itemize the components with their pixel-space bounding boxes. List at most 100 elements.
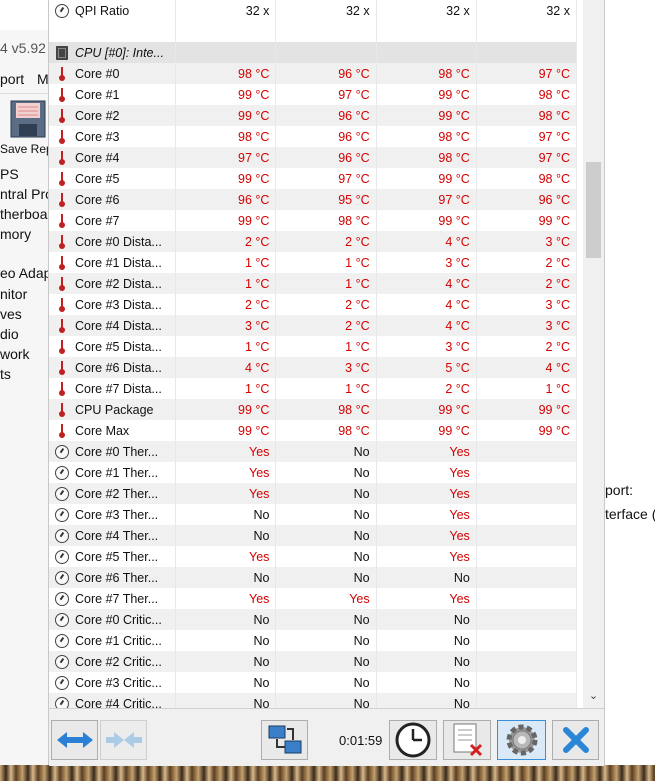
background-sidebar-item[interactable]: PS [0,166,19,182]
scrollbar-thumb[interactable] [586,162,601,258]
sensor-status-window: QPI Ratio 32 x 32 x 32 x 32 x CPU [#0]: … [48,0,605,766]
value-current: 99 °C [175,420,277,441]
sensor-row[interactable]: CPU Package 99 °C 98 °C 99 °C 99 °C [49,399,578,420]
sensor-row[interactable]: Core Max 99 °C 98 °C 99 °C 99 °C [49,420,578,441]
sensor-row[interactable]: Core #1 Dista... 1 °C 1 °C 3 °C 2 °C [49,252,578,273]
sensor-row[interactable]: Core #3 Dista... 2 °C 2 °C 4 °C 3 °C [49,294,578,315]
background-sidebar-item[interactable]: work [0,346,30,362]
value-min: 1 °C [275,378,377,399]
background-sidebar-item[interactable]: mory [0,226,31,242]
sensor-row[interactable]: Core #6 Dista... 4 °C 3 °C 5 °C 4 °C [49,357,578,378]
gauge-icon [55,675,69,690]
value-max: No [376,630,477,651]
value-average: 99 °C [476,399,578,420]
sensor-row[interactable]: Core #3 98 °C 96 °C 98 °C 97 °C [49,126,578,147]
gauge-icon [55,570,69,585]
row-label: Core #7 Dista... [75,381,162,396]
row-label: Core #4 Dista... [75,318,162,333]
sensor-row[interactable]: Core #7 99 °C 98 °C 99 °C 99 °C [49,210,578,231]
gauge-icon [55,528,69,543]
value-max: 98 °C [376,147,477,168]
value-min: 2 °C [275,294,377,315]
sensor-row[interactable]: Core #3 Ther... No No Yes [49,504,578,525]
save-icon[interactable] [10,100,46,138]
sensor-row[interactable]: Core #1 99 °C 97 °C 99 °C 98 °C [49,84,578,105]
value-average [476,441,578,462]
reset-button[interactable] [443,720,491,760]
sensor-row[interactable]: Core #4 Ther... No No Yes [49,525,578,546]
value-average [476,546,578,567]
row-label: CPU Package [75,402,154,417]
value-current: 99 °C [175,105,277,126]
vertical-scrollbar[interactable]: ⌄ [583,0,604,708]
sensor-row-qpi[interactable]: QPI Ratio 32 x 32 x 32 x 32 x [49,0,578,21]
settings-button[interactable] [497,720,546,760]
sensor-row[interactable]: Core #5 99 °C 97 °C 99 °C 98 °C [49,168,578,189]
row-label: Core #1 Critic... [75,633,162,648]
value-min: 96 °C [275,105,377,126]
sensor-row[interactable]: Core #0 Ther... Yes No Yes [49,441,578,462]
value-min: 1 °C [275,273,377,294]
background-sidebar-item[interactable]: ts [0,366,11,382]
value-max: No [376,651,477,672]
value-max: Yes [376,483,477,504]
sensor-row[interactable]: Core #6 Ther... No No No [49,567,578,588]
row-label: Core #1 Ther... [75,465,159,480]
background-sidebar-item[interactable]: nitor [0,286,27,302]
value-average: 3 °C [476,315,578,336]
thermometer-icon [59,235,65,249]
clock-icon [395,722,431,758]
row-label: Core #6 [75,192,120,207]
nav-right-arrow-icon [105,732,142,748]
network-button[interactable] [261,720,308,760]
background-sidebar-item[interactable]: dio [0,326,19,342]
background-sidebar-item[interactable]: eo Adap [0,265,51,281]
sensor-row[interactable]: Core #5 Ther... Yes No Yes [49,546,578,567]
clock-button[interactable] [389,720,437,760]
close-button[interactable] [552,720,599,760]
sensor-row[interactable]: Core #2 Critic... No No No [49,651,578,672]
scroll-down-arrow-icon[interactable]: ⌄ [583,686,604,706]
background-sidebar-item[interactable]: therboa [0,206,47,222]
row-label: Core #0 Critic... [75,612,162,627]
background-menu-report[interactable]: port [0,71,24,87]
sensor-row[interactable]: Core #4 Dista... 3 °C 2 °C 4 °C 3 °C [49,315,578,336]
thermometer-icon [59,424,65,438]
sensor-row[interactable]: Core #5 Dista... 1 °C 1 °C 3 °C 2 °C [49,336,578,357]
sensor-row[interactable]: Core #7 Ther... Yes Yes Yes [49,588,578,609]
sensor-row[interactable]: Core #7 Dista... 1 °C 1 °C 2 °C 1 °C [49,378,578,399]
sensor-row[interactable]: Core #0 98 °C 96 °C 98 °C 97 °C [49,63,578,84]
sensor-row[interactable]: Core #6 96 °C 95 °C 97 °C 96 °C [49,189,578,210]
nav-left-button[interactable] [51,720,98,760]
sensor-row[interactable]: Core #4 Critic... No No No [49,693,578,709]
background-sidebar-item[interactable]: ves [0,306,22,322]
value-max: 4 °C [376,231,477,252]
row-label: Core #4 Critic... [75,696,162,709]
row-label: Core #3 Critic... [75,675,162,690]
sensor-row[interactable]: Core #1 Critic... No No No [49,630,578,651]
value-average: 96 °C [476,189,578,210]
value-current: No [175,651,277,672]
value-max: No [376,693,477,708]
value-max: Yes [376,441,477,462]
value-current: 1 °C [175,336,277,357]
value-average [476,672,578,693]
sensor-row[interactable]: Core #1 Ther... Yes No Yes [49,462,578,483]
thermometer-icon [59,256,65,270]
background-menu-m[interactable]: M [37,71,49,87]
value-max: No [376,567,477,588]
value-max: 99 °C [376,210,477,231]
sensor-row[interactable]: Core #3 Critic... No No No [49,672,578,693]
sensor-row[interactable]: Core #2 Ther... Yes No Yes [49,483,578,504]
value-average [476,630,578,651]
row-label: Core #0 Dista... [75,234,162,249]
sensor-row[interactable]: Core #4 97 °C 96 °C 98 °C 97 °C [49,147,578,168]
sensor-row[interactable]: Core #0 Critic... No No No [49,609,578,630]
sensor-row[interactable]: Core #0 Dista... 2 °C 2 °C 4 °C 3 °C [49,231,578,252]
cpu-chip-icon [56,45,68,60]
sensor-row[interactable]: Core #2 99 °C 96 °C 99 °C 98 °C [49,105,578,126]
group-header-cpu[interactable]: CPU [#0]: Inte... [49,42,578,63]
sensor-row[interactable]: Core #2 Dista... 1 °C 1 °C 4 °C 2 °C [49,273,578,294]
nav-right-button[interactable] [100,720,147,760]
background-sidebar-item[interactable]: ntral Pro [0,186,53,202]
